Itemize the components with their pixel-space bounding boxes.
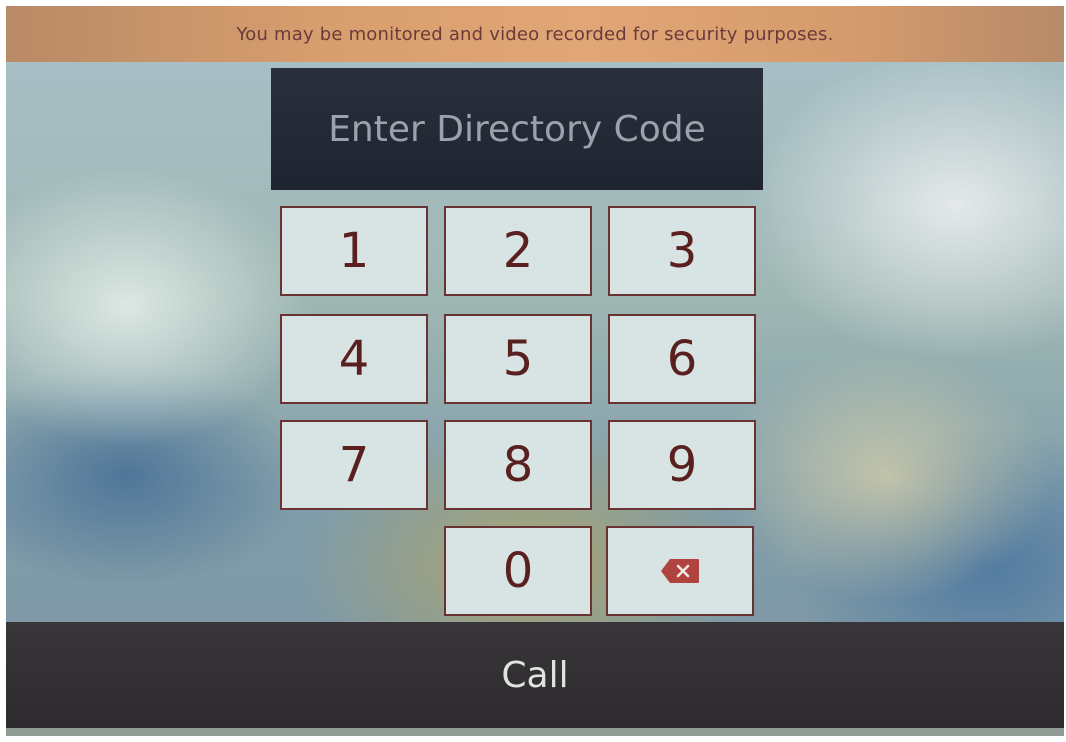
security-notice-text: You may be monitored and video recorded … bbox=[236, 23, 834, 45]
keypad-key-3[interactable]: 3 bbox=[608, 206, 756, 296]
directory-code-display: Enter Directory Code bbox=[271, 68, 763, 190]
keypad-key-2[interactable]: 2 bbox=[444, 206, 592, 296]
keypad-key-8[interactable]: 8 bbox=[444, 420, 592, 510]
keypad-backspace-button[interactable] bbox=[606, 526, 754, 616]
keypad-key-9[interactable]: 9 bbox=[608, 420, 756, 510]
keypad-key-5[interactable]: 5 bbox=[444, 314, 592, 404]
keypad-key-7[interactable]: 7 bbox=[280, 420, 428, 510]
security-banner: You may be monitored and video recorded … bbox=[6, 6, 1064, 62]
bottom-strip bbox=[6, 728, 1064, 736]
keypad-key-4[interactable]: 4 bbox=[280, 314, 428, 404]
call-button-label: Call bbox=[501, 654, 569, 696]
call-button[interactable]: Call bbox=[6, 622, 1064, 728]
keypad-key-6[interactable]: 6 bbox=[608, 314, 756, 404]
directory-code-placeholder: Enter Directory Code bbox=[328, 108, 706, 150]
keypad-key-0[interactable]: 0 bbox=[444, 526, 592, 616]
intercom-screen: You may be monitored and video recorded … bbox=[6, 6, 1064, 736]
keypad-key-1[interactable]: 1 bbox=[280, 206, 428, 296]
backspace-icon bbox=[661, 559, 699, 583]
